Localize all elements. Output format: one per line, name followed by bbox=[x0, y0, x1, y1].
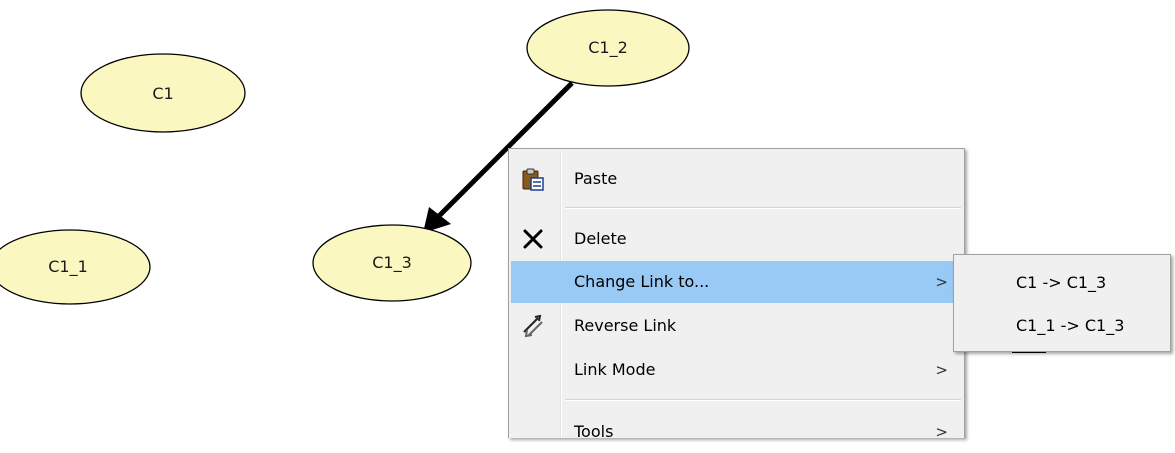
menu-item-reverse-link[interactable]: Reverse Link bbox=[511, 305, 962, 347]
menu-item-label: Change Link to... bbox=[574, 272, 710, 291]
menu-item-label: Link Mode bbox=[574, 360, 656, 379]
chevron-right-icon: > bbox=[935, 423, 948, 441]
submenu-item-c1-c1_3[interactable]: C1 -> C1_3 bbox=[1016, 262, 1106, 304]
menu-item-change-link[interactable]: Change Link to... > bbox=[511, 261, 962, 303]
menu-separator bbox=[565, 207, 961, 209]
change-link-submenu: C1 -> C1_3 C1_1 -> C1_3 bbox=[953, 254, 1171, 352]
chevron-right-icon: > bbox=[935, 361, 948, 379]
submenu-item-c1_1-c1_3[interactable]: C1_1 -> C1_3 bbox=[1016, 305, 1124, 347]
node-label-c1: C1 bbox=[152, 84, 174, 103]
node-label-c1_2: C1_2 bbox=[588, 38, 628, 57]
menu-item-label: Tools bbox=[574, 422, 614, 441]
paste-icon bbox=[521, 167, 545, 191]
node-label-c1_3: C1_3 bbox=[372, 253, 412, 272]
menu-item-label: Delete bbox=[574, 229, 627, 248]
delete-icon bbox=[521, 227, 545, 251]
menu-item-label: Reverse Link bbox=[574, 316, 677, 335]
menu-item-delete[interactable]: Delete bbox=[511, 218, 962, 260]
menu-item-label: Paste bbox=[574, 169, 618, 188]
node-label-c1_1: C1_1 bbox=[48, 257, 88, 276]
chevron-right-icon: > bbox=[935, 273, 948, 291]
context-menu: Paste Delete Change Link to... > Reverse… bbox=[508, 148, 965, 441]
menu-item-paste[interactable]: Paste bbox=[511, 158, 962, 200]
menu-separator bbox=[565, 399, 961, 401]
menu-item-link-mode[interactable]: Link Mode > bbox=[511, 349, 962, 391]
menu-item-tools[interactable]: Tools > bbox=[511, 411, 962, 453]
reverse-link-icon bbox=[521, 314, 545, 338]
